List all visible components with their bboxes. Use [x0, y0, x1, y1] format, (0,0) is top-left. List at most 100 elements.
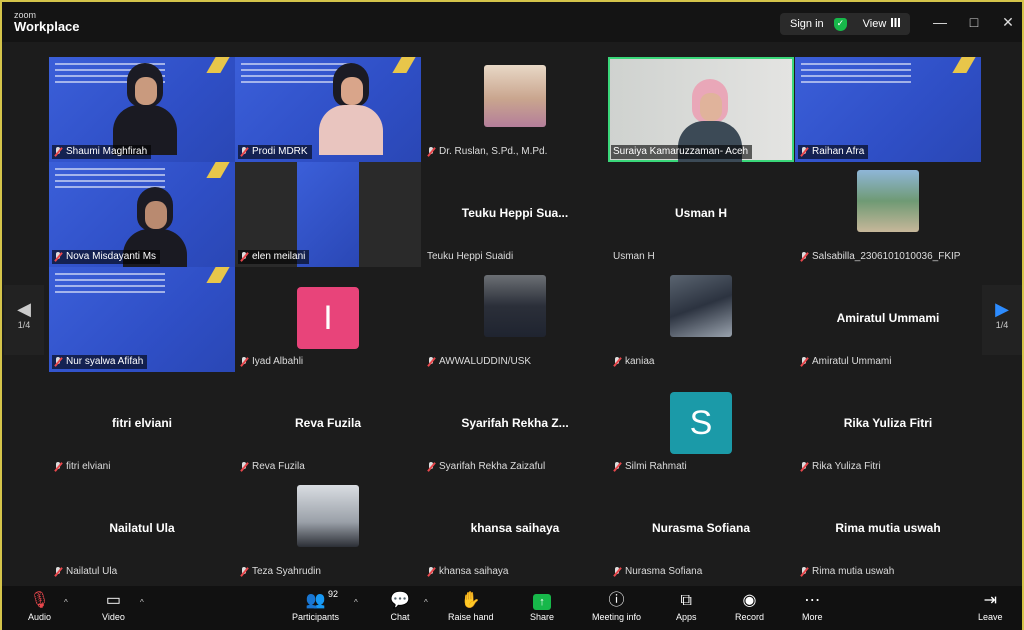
participant-name: Rima mutia uswah — [798, 565, 898, 579]
participant-tile[interactable]: Rika Yuliza Fitri Rika Yuliza Fitri — [795, 372, 981, 477]
share-label: Share — [530, 612, 555, 622]
participant-name: Nur syalwa Afifah — [52, 355, 148, 369]
participant-tile[interactable]: Amiratul Ummami Amiratul Ummami — [795, 267, 981, 372]
participant-name: Iyad Albahli — [238, 355, 307, 369]
participant-tile[interactable]: Usman H Usman H — [608, 162, 794, 267]
participant-tile[interactable]: Reva Fuzila Reva Fuzila — [235, 372, 421, 477]
chat-options-caret[interactable]: ^ — [424, 598, 428, 607]
participants-options-caret[interactable]: ^ — [354, 598, 358, 607]
participant-tile[interactable]: Shaumi Maghfirah — [49, 57, 235, 162]
view-label: View — [862, 18, 887, 30]
participant-display-name: Amiratul Ummami — [836, 311, 940, 325]
participant-tile[interactable]: Nurasma Sofiana Nurasma Sofiana — [608, 477, 794, 582]
participant-name: Raihan Afra — [798, 145, 869, 159]
maximize-button[interactable]: □ — [964, 12, 984, 32]
participant-name: AWWALUDDIN/USK — [425, 355, 535, 369]
participant-initial-avatar: S — [670, 392, 732, 454]
participant-tile[interactable]: AWWALUDDIN/USK — [422, 267, 608, 372]
participant-tile[interactable]: I Iyad Albahli — [235, 267, 421, 372]
participant-display-name: Rima mutia uswah — [835, 521, 941, 535]
participants-count: 92 — [328, 589, 339, 599]
mic-muted-icon — [800, 357, 808, 367]
leave-button[interactable]: ⇥ Leave — [978, 590, 1003, 622]
video-options-caret[interactable]: ^ — [140, 598, 144, 607]
participant-tile[interactable]: elen meilani — [235, 162, 421, 267]
mic-muted-icon — [613, 462, 621, 472]
security-shield-icon[interactable] — [833, 17, 847, 31]
minimize-button[interactable]: — — [930, 12, 950, 32]
titlebar-actions: Sign in View — [780, 13, 910, 35]
video-button[interactable]: ▭ Video — [102, 590, 125, 622]
audio-options-caret[interactable]: ^ — [64, 598, 68, 607]
participant-tile[interactable]: Syarifah Rekha Z... Syarifah Rekha Zaiza… — [422, 372, 608, 477]
participant-display-name: Usman H — [674, 206, 727, 220]
mic-muted-icon — [54, 252, 62, 262]
mic-muted-icon — [427, 462, 435, 472]
audio-button[interactable]: 🎙 Audio — [28, 590, 51, 622]
participant-tile[interactable]: Prodi MDRK — [235, 57, 421, 162]
share-icon: ↑ — [530, 590, 554, 612]
record-button[interactable]: ◉ Record — [735, 590, 764, 622]
meeting-info-button[interactable]: ⓘ Meeting info — [592, 590, 641, 622]
participant-tile[interactable]: Dr. Ruslan, S.Pd., M.Pd. — [422, 57, 608, 162]
participant-name: Dr. Ruslan, S.Pd., M.Pd. — [425, 145, 551, 159]
titlebar: zoom Workplace Sign in View — □ ✕ — [2, 2, 1022, 42]
participant-name: Amiratul Ummami — [798, 355, 895, 369]
participant-initial-avatar: I — [297, 287, 359, 349]
participant-tile[interactable]: Raihan Afra — [795, 57, 981, 162]
mic-muted-icon — [613, 567, 621, 577]
next-page-button[interactable]: ▶ 1/4 — [982, 285, 1022, 355]
participant-display-name: Nurasma Sofiana — [651, 521, 751, 535]
participant-tile[interactable]: Nailatul Ula Nailatul Ula — [49, 477, 235, 582]
participant-name: Salsabilla_2306101010036_FKIP — [798, 250, 964, 264]
participant-tile[interactable]: Teuku Heppi Sua... Teuku Heppi Suaidi — [422, 162, 608, 267]
zoom-logo: zoom Workplace — [14, 10, 80, 33]
apps-button[interactable]: ⧉ Apps — [676, 590, 697, 622]
participant-tile[interactable]: Rima mutia uswah Rima mutia uswah — [795, 477, 981, 582]
participant-display-name: fitri elviani — [111, 416, 173, 430]
audio-label: Audio — [28, 612, 52, 622]
mic-muted-icon — [800, 252, 808, 262]
participant-video — [109, 63, 179, 155]
prev-page-button[interactable]: ◀ 1/4 — [4, 285, 44, 355]
gallery-view: ◀ 1/4 ▶ 1/4 Shaumi Maghfirah Prodi MDRK … — [2, 42, 1022, 586]
participants-label: Participants — [292, 612, 340, 622]
sign-in-button[interactable]: Sign in — [780, 18, 834, 30]
view-button[interactable]: View — [857, 18, 901, 30]
grid-icon — [891, 18, 901, 27]
more-button[interactable]: ⋯ More — [802, 590, 823, 622]
participant-tile[interactable]: S Silmi Rahmati — [608, 372, 794, 477]
raise-hand-button[interactable]: ✋ Raise hand — [448, 590, 494, 622]
participant-photo — [484, 65, 546, 127]
mic-muted-icon — [54, 357, 62, 367]
participant-tile-active-speaker[interactable]: Suraiya Kamaruzzaman- Aceh — [608, 57, 794, 162]
participant-name: Syarifah Rekha Zaizaful — [425, 460, 549, 474]
participant-tile[interactable]: kaniaa — [608, 267, 794, 372]
participant-tile[interactable]: Teza Syahrudin — [235, 477, 421, 582]
share-button[interactable]: ↑ Share — [530, 590, 554, 622]
participant-tile[interactable]: khansa saihaya khansa saihaya — [422, 477, 608, 582]
prev-page-indicator: 1/4 — [17, 320, 31, 330]
participant-tile[interactable]: Nova Misdayanti Ms — [49, 162, 235, 267]
meeting-info-label: Meeting info — [592, 612, 642, 622]
participant-name: Suraiya Kamaruzzaman- Aceh — [611, 145, 753, 159]
chat-button[interactable]: 💬 Chat — [390, 590, 410, 622]
participant-name: Nova Misdayanti Ms — [52, 250, 161, 264]
participant-name: Prodi MDRK — [238, 145, 312, 159]
mic-muted-icon — [240, 147, 248, 157]
participant-name: Teza Syahrudin — [238, 565, 325, 579]
close-button[interactable]: ✕ — [998, 12, 1018, 32]
participant-photo — [484, 275, 546, 337]
participant-tile[interactable]: Salsabilla_2306101010036_FKIP — [795, 162, 981, 267]
participant-tile[interactable]: fitri elviani fitri elviani — [49, 372, 235, 477]
mic-muted-icon — [800, 567, 808, 577]
mic-muted-icon — [240, 357, 248, 367]
participant-name: elen meilani — [238, 250, 310, 264]
meeting-toolbar: 🎙 Audio ^ ▭ Video ^ 👥 Participants 92 ^ … — [2, 586, 1022, 630]
mic-muted-icon — [427, 147, 435, 157]
participant-photo — [297, 485, 359, 547]
raise-hand-label: Raise hand — [448, 612, 494, 622]
participant-name: Teuku Heppi Suaidi — [427, 251, 514, 262]
mic-muted-icon — [800, 462, 808, 472]
participant-tile[interactable]: Nur syalwa Afifah — [49, 267, 235, 372]
